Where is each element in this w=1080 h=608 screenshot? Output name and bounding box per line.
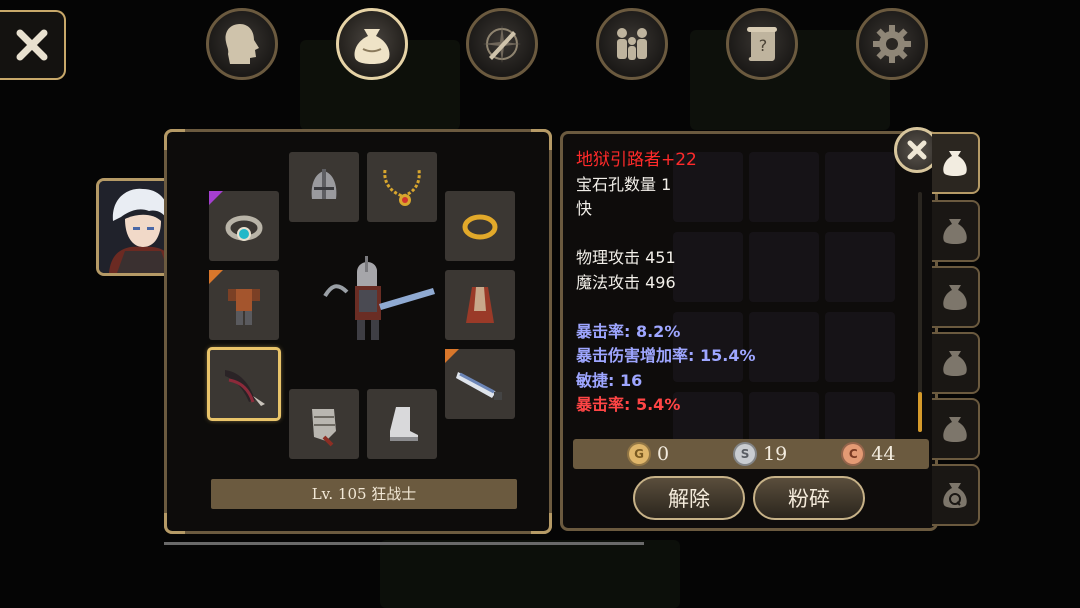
stats-scrollbar[interactable] (918, 192, 922, 432)
rarity-badge (445, 349, 459, 363)
equip-slot-boots[interactable] (367, 389, 437, 459)
boots-icon (390, 407, 418, 441)
side-tab-bag-5[interactable] (932, 398, 980, 460)
rarity-badge (209, 191, 223, 205)
stat-line: 物理攻击 451 (576, 248, 676, 267)
bag-icon (943, 351, 967, 376)
close-icon (907, 140, 927, 160)
stat-line (576, 295, 755, 320)
divider (164, 542, 644, 545)
bag-icon (354, 29, 390, 64)
scroll-icon: ? (747, 27, 777, 61)
close-icon (16, 29, 48, 61)
stat-line: 快 (576, 199, 593, 218)
tab-character[interactable] (206, 8, 278, 80)
item-info-panel: 地狱引路者+22 宝石孔数量 1 快 物理攻击 451 魔法攻击 496 暴击率… (560, 131, 938, 531)
item-stats: 地狱引路者+22 宝石孔数量 1 快 物理攻击 451 魔法攻击 496 暴击率… (576, 148, 755, 418)
side-tab-bag-3[interactable] (932, 266, 980, 328)
equip-slot-cape[interactable] (445, 270, 515, 340)
equip-slot-ring[interactable] (445, 191, 515, 261)
cape-icon (466, 287, 494, 323)
bag-icon (943, 219, 967, 244)
tab-settings[interactable] (856, 8, 928, 80)
bonus-stat-line: 敏捷: 16 (576, 370, 643, 390)
gold-ring-icon (462, 214, 498, 240)
stat-line (576, 222, 755, 247)
hero-sprite (317, 252, 437, 352)
bag-icon (943, 417, 967, 442)
head-silhouette-icon (225, 24, 259, 64)
equip-slot-helmet[interactable] (289, 152, 359, 222)
side-tab-quest-bag[interactable] (932, 464, 980, 526)
tab-quests[interactable]: ? (726, 8, 798, 80)
side-tab-bag-4[interactable] (932, 332, 980, 394)
equip-slot-armor[interactable] (209, 270, 279, 340)
currency-bar: G 0 S 19 C 44 (573, 439, 929, 469)
sword-compass-icon (483, 25, 521, 63)
side-tab-bag-2[interactable] (932, 200, 980, 262)
silver-coin-icon: S (733, 442, 758, 466)
equipment-panel: Lv. 105 狂战士 (164, 129, 552, 534)
armor-icon (228, 289, 260, 325)
bag-icon (943, 151, 967, 176)
copper-coin-icon: C (841, 442, 866, 466)
stat-line: 魔法攻击 496 (576, 272, 676, 292)
greatsword-icon (456, 372, 502, 400)
bonus-stat-line: 暴击伤害增加率: 15.4% (576, 346, 756, 365)
close-button[interactable] (0, 10, 66, 80)
gear-icon (873, 25, 911, 63)
gloves-icon (312, 409, 336, 447)
gold-amount: 0 (657, 443, 670, 465)
people-icon (617, 28, 647, 60)
special-stat-line: 暴击率: 5.4% (576, 395, 681, 414)
necklace-icon (383, 169, 421, 206)
svg-text:?: ? (759, 36, 768, 55)
warrior-icon (323, 256, 435, 340)
scrollbar-thumb[interactable] (918, 392, 922, 432)
bag-icon (943, 285, 967, 310)
equip-slot-necklace[interactable] (367, 152, 437, 222)
smash-button[interactable]: 粉碎 (753, 476, 865, 520)
equip-slot-gem-bracelet[interactable] (209, 191, 279, 261)
rarity-badge (209, 270, 223, 284)
claw-weapon-icon (225, 370, 265, 406)
tab-party[interactable] (596, 8, 668, 80)
side-tab-bag-1[interactable] (932, 132, 980, 194)
copper-amount: 44 (871, 443, 896, 465)
tab-skills[interactable] (466, 8, 538, 80)
silver-amount: 19 (763, 443, 788, 465)
item-name: 地狱引路者+22 (576, 150, 697, 170)
quest-bag-icon (943, 483, 967, 508)
gem-bracelet-icon (225, 215, 263, 241)
stat-line: 宝石孔数量 1 (576, 174, 672, 194)
helmet-icon (311, 169, 337, 199)
equip-slot-weapon-off[interactable] (445, 349, 515, 419)
tab-inventory[interactable] (336, 8, 408, 80)
equip-slot-weapon-main[interactable] (207, 347, 281, 421)
unequip-button[interactable]: 解除 (633, 476, 745, 520)
level-class-label: Lv. 105 狂战士 (211, 479, 517, 509)
equip-slot-gloves[interactable] (289, 389, 359, 459)
bonus-stat-line: 暴击率: 8.2% (576, 321, 681, 341)
gold-coin-icon: G (627, 442, 651, 466)
